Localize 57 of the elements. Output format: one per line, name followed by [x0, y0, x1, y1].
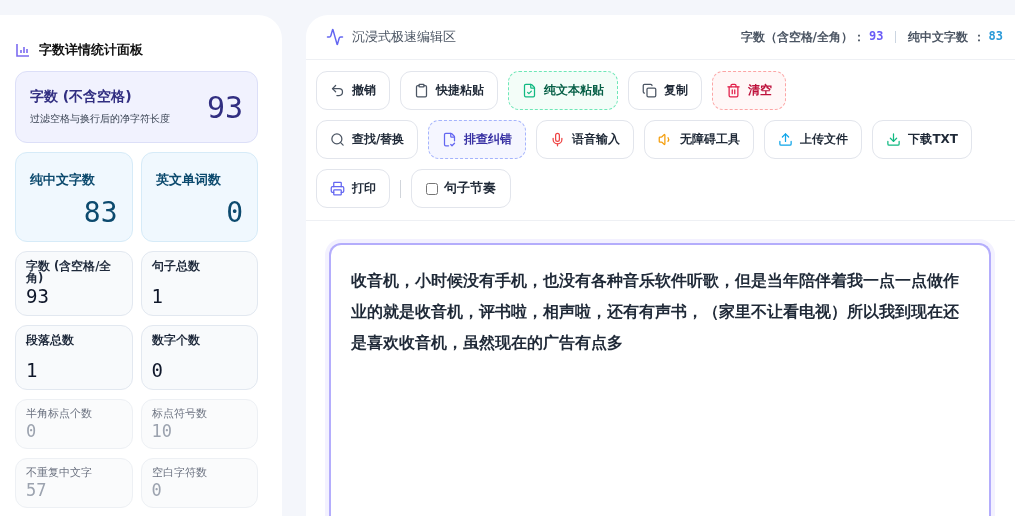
- clipboard-icon: [414, 83, 429, 98]
- file-check-icon: [522, 83, 537, 98]
- toolbar-button[interactable]: 快捷粘贴: [400, 71, 498, 110]
- stat-label: 句子总数: [151, 260, 201, 273]
- checkbox[interactable]: [426, 182, 438, 195]
- stat-value: 1: [151, 285, 164, 307]
- search-icon: [330, 132, 345, 147]
- stat-label: 纯中文字数 ：: [908, 28, 985, 46]
- stat-label: 字数（含空格/全角）：: [740, 28, 865, 46]
- toolbar-button[interactable]: 清空: [712, 71, 786, 110]
- printer-icon: [330, 181, 345, 196]
- toolbar-button[interactable]: 纯文本粘贴: [508, 71, 618, 110]
- toolbar-button[interactable]: 排查纠错: [428, 120, 527, 159]
- stat-value: 83: [82, 196, 118, 229]
- stat-value: 10: [151, 421, 173, 441]
- pulse-icon: [326, 28, 344, 46]
- stat-label: 英文单词数: [155, 171, 222, 189]
- toolbar-button[interactable]: 无障碍工具: [644, 120, 755, 159]
- stat-value: 83: [988, 28, 1003, 45]
- stat-value: 57: [26, 480, 48, 500]
- stat-label: 标点符号数: [151, 407, 208, 421]
- stat-value: 0: [225, 196, 243, 229]
- toolbar-button[interactable]: 查找/替换: [316, 120, 419, 159]
- upload-icon: [778, 132, 794, 147]
- undo-icon: [330, 83, 345, 98]
- stat-label: 空白字符数: [151, 466, 208, 480]
- editor-title: 沉浸式极速编辑区: [352, 28, 456, 46]
- stat-value: 93: [26, 285, 50, 307]
- stat-label: 字数 (含空格/全角): [26, 260, 113, 285]
- toolbar-button[interactable]: 上传文件: [764, 120, 863, 159]
- stat-label: 段落总数: [26, 334, 75, 347]
- stat-label: 半角标点个数: [26, 407, 93, 421]
- stat-value: 93: [206, 89, 243, 125]
- stat-value: 0: [26, 421, 38, 441]
- copy-icon: [642, 83, 657, 98]
- stat-label: 纯中文字数: [30, 171, 96, 189]
- toolbar-button[interactable]: 打印: [316, 169, 390, 208]
- bar-chart-icon: [15, 42, 31, 58]
- stat-value: 0: [151, 480, 163, 500]
- file-check-icon: [442, 132, 458, 147]
- checkbox-toggle[interactable]: 句子节奏: [411, 169, 511, 208]
- stat-value: 1: [26, 359, 39, 381]
- toolbar-button[interactable]: 撤销: [316, 71, 390, 110]
- download-icon: [886, 132, 902, 147]
- stat-label: 数字个数: [151, 334, 201, 347]
- toolbar-button[interactable]: 下载TXT: [872, 120, 972, 159]
- panel-title: 字数详情统计面板: [39, 41, 143, 59]
- toolbar-button[interactable]: 语音输入: [536, 120, 635, 159]
- microphone-icon: [550, 132, 566, 147]
- text-editor[interactable]: 收音机，小时候没有手机，也没有各种音乐软件听歌，但是当年陪伴着我一点一点做作业的就是收音机，评书啦，相声啦，还有有声书，（家里不让看电视）所以我到现在还是喜欢收音机，虽然现在的广告有点多: [329, 243, 991, 516]
- stat-label: 不重复中文字: [26, 466, 93, 480]
- toolbar-button[interactable]: 复制: [628, 71, 702, 110]
- stat-label: 字数 (不含空格): [30, 88, 133, 106]
- stat-value: 93: [868, 28, 884, 45]
- stat-description: 过滤空格与换行后的净字符长度: [30, 112, 170, 126]
- trash-icon: [726, 83, 741, 98]
- stat-value: 0: [151, 359, 164, 381]
